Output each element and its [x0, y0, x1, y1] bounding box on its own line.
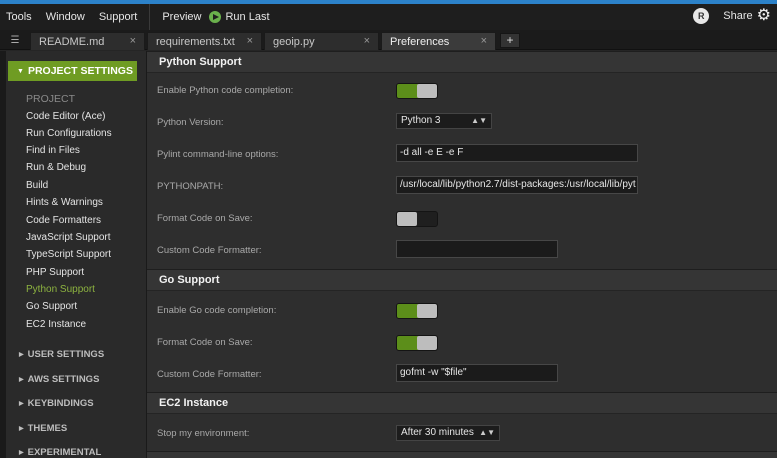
close-icon[interactable]: × [247, 35, 253, 47]
stop-environment-value: After 30 minutes [401, 427, 474, 438]
tab-label: README.md [39, 35, 105, 48]
python-version-label: Python Version: [157, 117, 224, 128]
project-settings-header[interactable]: ▼ PROJECT SETTINGS [8, 61, 137, 81]
python-version-select[interactable]: Python 3 ▲▼ [396, 113, 492, 129]
pythonpath-label: PYTHONPATH: [157, 181, 224, 192]
section-label: KEYBINDINGS [27, 398, 94, 409]
pylint-options-input[interactable]: -d all -e E -e F [396, 144, 638, 162]
menu-bar: Tools Window Support Preview Run Last R … [0, 0, 777, 30]
add-tab-button[interactable]: + [500, 33, 520, 48]
project-group-label: PROJECT [26, 93, 76, 105]
toggle-fill [397, 304, 418, 318]
sidebar-item-typescript-support[interactable]: TypeScript Support [26, 249, 111, 260]
menu-support[interactable]: Support [99, 11, 138, 23]
sidebar-item-build[interactable]: Build [26, 180, 48, 191]
sidebar-item-code-editor[interactable]: Code Editor (Ace) [26, 111, 105, 122]
python-completion-toggle[interactable] [396, 83, 438, 99]
sidebar-item-find-in-files[interactable]: Find in Files [26, 145, 80, 156]
python-custom-formatter-input[interactable] [396, 240, 558, 258]
go-custom-formatter-input[interactable]: gofmt -w "$file" [396, 364, 558, 382]
go-format-on-save-toggle[interactable] [396, 335, 438, 351]
tab-readme[interactable]: README.md × [30, 32, 145, 50]
python-format-on-save-toggle[interactable] [396, 211, 438, 227]
sidebar-section-experimental[interactable]: ▶ EXPERIMENTAL [19, 447, 101, 458]
stop-environment-label: Stop my environment: [157, 428, 250, 439]
tab-requirements[interactable]: requirements.txt × [147, 32, 262, 50]
select-arrows-icon: ▲▼ [471, 116, 487, 125]
python-format-on-save-label: Format Code on Save: [157, 213, 253, 224]
section-label: AWS SETTINGS [27, 374, 100, 385]
sidebar-item-javascript-support[interactable]: JavaScript Support [26, 232, 111, 243]
menu-window[interactable]: Window [46, 11, 85, 23]
project-settings-label: PROJECT SETTINGS [27, 65, 133, 77]
python-version-value: Python 3 [401, 115, 441, 126]
triangle-right-icon: ▶ [19, 401, 24, 407]
toggle-knob [417, 84, 437, 98]
section-label: EXPERIMENTAL [27, 447, 102, 458]
sidebar-item-run-configurations[interactable]: Run Configurations [26, 128, 112, 139]
close-icon[interactable]: × [481, 35, 487, 47]
sidebar-section-aws-settings[interactable]: ▶ AWS SETTINGS [19, 374, 99, 385]
triangle-right-icon: ▶ [19, 426, 24, 432]
close-icon[interactable]: × [364, 35, 370, 47]
tab-preferences[interactable]: Preferences × [381, 32, 496, 50]
go-custom-formatter-label: Custom Code Formatter: [157, 369, 262, 380]
ec2-instance-header[interactable]: EC2 Instance [147, 392, 777, 414]
share-button[interactable]: Share [723, 10, 752, 22]
preferences-panel: Python Support Enable Python code comple… [146, 51, 777, 458]
go-completion-label: Enable Go code completion: [157, 305, 277, 316]
sidebar-item-code-formatters[interactable]: Code Formatters [26, 215, 101, 226]
menubar-right: R Share ⚙ [693, 8, 771, 24]
preview-button[interactable]: Preview [162, 11, 201, 23]
toggle-fill [397, 84, 418, 98]
toggle-knob [397, 212, 417, 226]
run-last-label: Run Last [225, 11, 270, 23]
section-label: USER SETTINGS [27, 349, 105, 360]
go-completion-toggle[interactable] [396, 303, 438, 319]
sidebar-item-run-debug[interactable]: Run & Debug [26, 162, 86, 173]
sidebar-section-themes[interactable]: ▶ THEMES [19, 423, 67, 434]
sidebar-item-hints-warnings[interactable]: Hints & Warnings [26, 197, 103, 208]
triangle-right-icon: ▶ [19, 352, 24, 358]
next-section-edge [147, 451, 777, 458]
tab-geoip[interactable]: geoip.py × [264, 32, 379, 50]
triangle-down-icon: ▼ [17, 67, 24, 75]
menu-tools[interactable]: Tools [6, 11, 32, 23]
sidebar-item-go-support[interactable]: Go Support [26, 301, 77, 312]
avatar[interactable]: R [693, 8, 710, 24]
sidebar-section-keybindings[interactable]: ▶ KEYBINDINGS [19, 398, 94, 409]
select-arrows-icon: ▲▼ [479, 428, 495, 437]
sidebar-section-user-settings[interactable]: ▶ USER SETTINGS [19, 349, 104, 360]
preferences-sidebar: ▼ PROJECT SETTINGS PROJECT Code Editor (… [0, 51, 146, 458]
play-icon [209, 11, 222, 23]
panel-toggle-icon[interactable]: ☰ [0, 30, 30, 50]
toggle-knob [417, 336, 437, 350]
sidebar-edge [0, 51, 6, 458]
triangle-right-icon: ▶ [19, 450, 24, 456]
pylint-options-label: Pylint command-line options: [157, 149, 279, 160]
run-last-button[interactable]: Run Last [209, 11, 277, 23]
tab-label: requirements.txt [156, 35, 235, 48]
toggle-knob [417, 304, 437, 318]
stop-environment-select[interactable]: After 30 minutes ▲▼ [396, 425, 500, 441]
sidebar-item-php-support[interactable]: PHP Support [26, 267, 84, 278]
pythonpath-input[interactable]: /usr/local/lib/python2.7/dist-packages:/… [396, 176, 638, 194]
tab-bar: ☰ README.md × requirements.txt × geoip.p… [0, 30, 777, 50]
triangle-right-icon: ▶ [19, 377, 24, 383]
sidebar-item-python-support[interactable]: Python Support [26, 284, 95, 295]
go-support-header[interactable]: Go Support [147, 269, 777, 291]
menu-divider [149, 4, 151, 30]
go-format-on-save-label: Format Code on Save: [157, 337, 253, 348]
tab-label: geoip.py [273, 35, 315, 48]
python-custom-formatter-label: Custom Code Formatter: [157, 245, 262, 256]
toggle-fill [397, 336, 418, 350]
tab-label: Preferences [390, 35, 450, 48]
gear-icon[interactable]: ⚙ [757, 8, 771, 24]
close-icon[interactable]: × [130, 35, 136, 47]
sidebar-item-ec2-instance[interactable]: EC2 Instance [26, 319, 86, 330]
section-label: THEMES [27, 423, 68, 434]
python-completion-label: Enable Python code completion: [157, 85, 294, 96]
python-support-header[interactable]: Python Support [147, 51, 777, 73]
